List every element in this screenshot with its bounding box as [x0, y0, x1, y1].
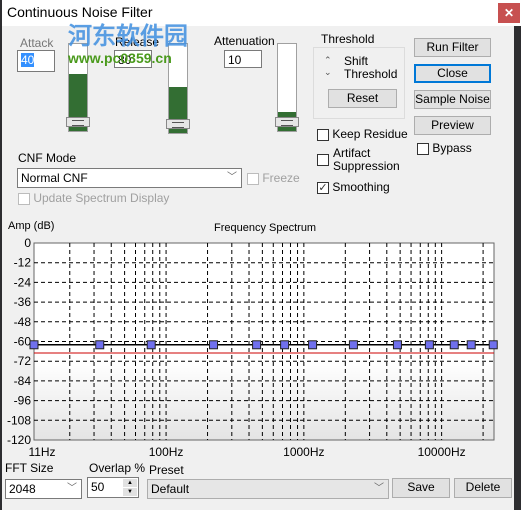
control-point[interactable]: [308, 340, 318, 350]
sample-noise-button[interactable]: Sample Noise: [414, 90, 491, 109]
attack-slider[interactable]: [66, 43, 90, 132]
control-point[interactable]: [146, 340, 156, 350]
title-bar: Continuous Noise Filter ✕: [2, 0, 521, 26]
attack-slider-thumb[interactable]: [66, 117, 90, 127]
release-slider[interactable]: [166, 43, 190, 134]
release-slider-thumb[interactable]: [166, 119, 190, 129]
control-point[interactable]: [488, 340, 498, 350]
keep-residue-checkbox[interactable]: Keep Residue: [317, 127, 408, 141]
y-tick-label: -108: [7, 413, 31, 427]
smoothing-label: Smoothing: [332, 180, 390, 194]
y-tick-label: -96: [14, 394, 32, 408]
checkbox-box[interactable]: [317, 154, 329, 166]
delete-button[interactable]: Delete: [454, 478, 512, 498]
cnf-mode-select[interactable]: Normal CNF ﹀: [17, 168, 242, 188]
spin-down-icon[interactable]: ▼: [123, 488, 137, 496]
x-tick-label: 10000Hz: [418, 445, 466, 459]
run-filter-button[interactable]: Run Filter: [414, 38, 491, 57]
attack-input[interactable]: 40: [17, 50, 55, 72]
checkbox-box[interactable]: [417, 142, 429, 155]
control-point[interactable]: [392, 340, 402, 350]
check-icon[interactable]: ✓: [317, 181, 329, 194]
control-point[interactable]: [252, 340, 262, 350]
shift-label: Shift: [344, 54, 369, 68]
window-title: Continuous Noise Filter: [7, 4, 153, 20]
suppression-label: Suppression: [333, 159, 400, 173]
y-tick-label: -60: [14, 335, 32, 349]
attack-value: 40: [21, 53, 35, 67]
control-point[interactable]: [348, 340, 358, 350]
control-point[interactable]: [280, 340, 290, 350]
keep-residue-label: Keep Residue: [332, 127, 408, 141]
attenuation-slider[interactable]: [275, 43, 299, 132]
overlap-label: Overlap %: [89, 461, 146, 475]
preset-select[interactable]: Default ﹀: [147, 479, 389, 499]
close-icon[interactable]: ✕: [498, 3, 520, 23]
chart-title: Frequency Spectrum: [214, 222, 317, 234]
y-tick-label: -12: [14, 256, 32, 270]
overlap-value: 50: [91, 480, 105, 494]
freeze-label: Freeze: [262, 171, 300, 185]
shift-up-icon[interactable]: ⌃: [324, 54, 332, 66]
update-spectrum-label: Update Spectrum Display: [33, 191, 170, 205]
artifact-suppression-checkbox[interactable]: Artifact Suppression: [317, 147, 400, 173]
y-tick-label: -36: [14, 295, 32, 309]
spin-up-icon[interactable]: ▲: [123, 479, 137, 487]
attack-label: Attack: [20, 36, 54, 50]
frequency-spectrum-chart[interactable]: 0-12-24-36-48-60-72-84-96-108-12011Hz 100…: [2, 236, 514, 462]
fft-size-value: 2048: [9, 482, 36, 496]
y-tick-label: 0: [24, 236, 31, 250]
control-point[interactable]: [209, 340, 219, 350]
overlap-input[interactable]: 50 ▲ ▼: [87, 477, 139, 498]
dialog-window: Continuous Noise Filter ✕ Attack 40 Rele…: [2, 0, 521, 510]
release-label: Release: [115, 35, 160, 49]
freeze-checkbox[interactable]: Freeze: [247, 171, 300, 185]
close-button[interactable]: Close: [414, 64, 491, 83]
threshold-spin[interactable]: ⌃ ⌄: [324, 54, 332, 78]
bypass-checkbox[interactable]: Bypass: [417, 141, 472, 155]
smoothing-checkbox[interactable]: ✓ Smoothing: [317, 180, 390, 194]
chevron-down-icon: ﹀: [67, 483, 77, 494]
save-button[interactable]: Save: [392, 478, 450, 498]
fft-size-label: FFT Size: [5, 461, 54, 475]
control-point[interactable]: [29, 340, 39, 350]
attenuation-label: Attenuation: [214, 34, 275, 48]
fft-size-select[interactable]: 2048 ﹀: [5, 479, 82, 499]
attenuation-slider-thumb[interactable]: [275, 117, 299, 127]
threshold-shift-label: Threshold: [344, 67, 398, 81]
control-point[interactable]: [449, 340, 459, 350]
y-tick-label: -72: [14, 354, 32, 368]
x-tick-label: 100Hz: [149, 445, 184, 459]
preset-value: Default: [151, 482, 190, 496]
checkbox-box[interactable]: [317, 128, 329, 141]
attenuation-input[interactable]: 10: [224, 50, 262, 68]
reset-button[interactable]: Reset: [328, 89, 397, 108]
control-point[interactable]: [466, 340, 476, 350]
y-tick-label: -24: [14, 275, 32, 289]
cnf-mode-label: CNF Mode: [18, 151, 77, 165]
bypass-label: Bypass: [432, 141, 472, 155]
checkbox-box[interactable]: [18, 192, 30, 205]
control-point[interactable]: [424, 340, 434, 350]
chevron-down-icon: ﹀: [227, 172, 237, 183]
y-tick-label: -84: [14, 374, 32, 388]
x-tick-label: 1000Hz: [283, 445, 324, 459]
threshold-label: Threshold: [321, 32, 375, 46]
shift-down-icon[interactable]: ⌄: [324, 66, 332, 78]
control-point[interactable]: [95, 340, 105, 350]
x-tick-label: 11Hz: [28, 445, 55, 459]
checkbox-box[interactable]: [247, 172, 259, 185]
preset-label: Preset: [149, 463, 184, 477]
chevron-down-icon: ﹀: [374, 483, 384, 494]
preview-button[interactable]: Preview: [414, 116, 491, 135]
release-input[interactable]: 80: [114, 50, 152, 68]
cnf-mode-value: Normal CNF: [21, 171, 88, 185]
y-tick-label: -48: [14, 315, 32, 329]
update-spectrum-checkbox[interactable]: Update Spectrum Display: [18, 191, 169, 205]
y-axis-label: Amp (dB): [8, 220, 55, 232]
